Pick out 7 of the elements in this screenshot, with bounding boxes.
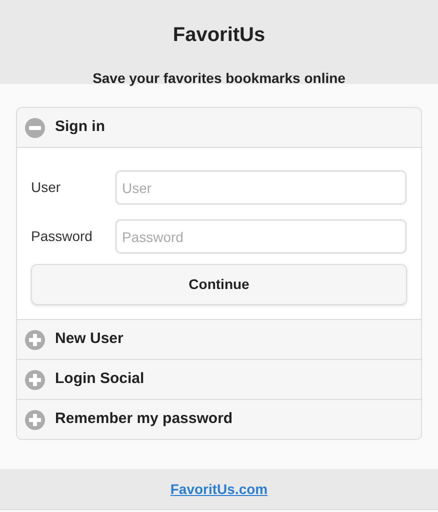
field-label: User xyxy=(31,178,62,197)
tagline: Save your favorites bookmarks online xyxy=(92,69,346,88)
text-field[interactable]: Password xyxy=(115,219,407,254)
continue-button[interactable]: Continue xyxy=(31,264,407,305)
app-title: FavoritUs xyxy=(172,23,266,48)
text-field[interactable]: User xyxy=(115,170,407,205)
field-label: Password xyxy=(31,227,94,246)
